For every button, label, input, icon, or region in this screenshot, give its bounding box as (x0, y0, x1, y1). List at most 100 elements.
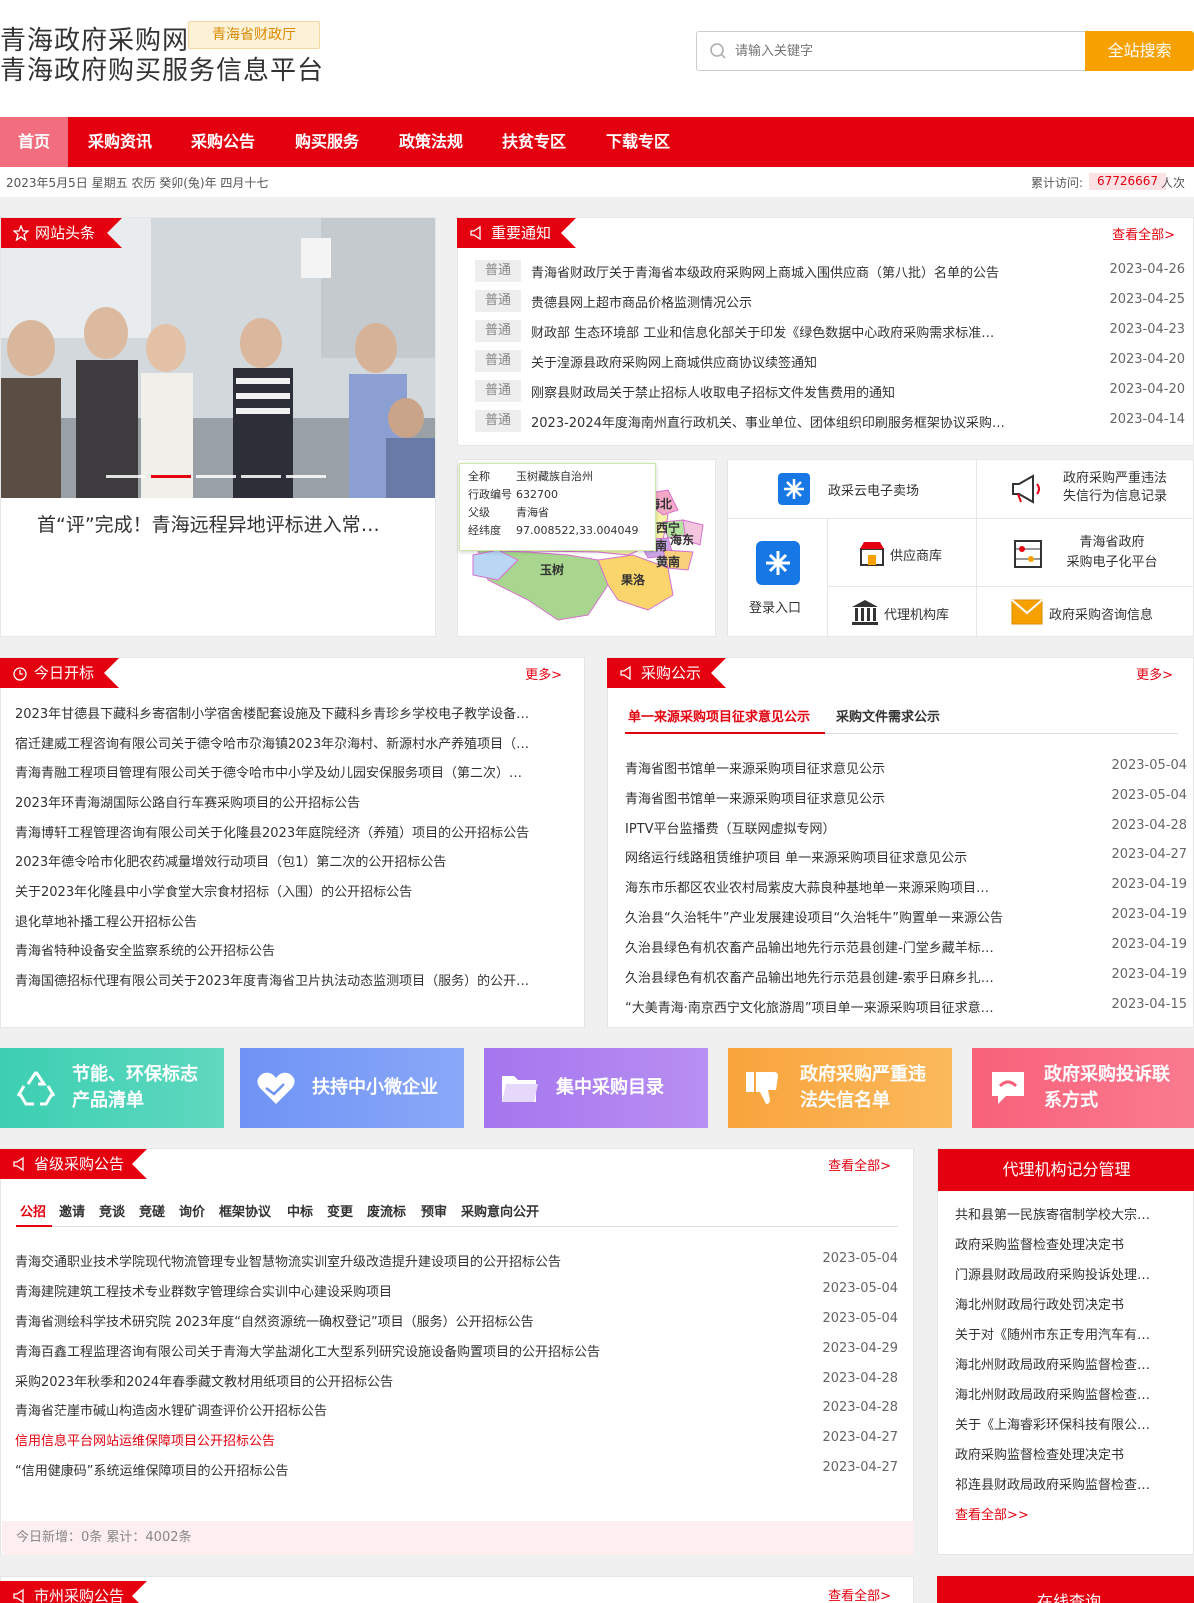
notice-row[interactable]: 普通 青海省财政厅关于青海省本级政府采购网上商城入围供应商（第八批）名单的公告 20… (475, 260, 1185, 284)
tab-failed[interactable]: 废流标 (367, 1201, 406, 1220)
consult-label[interactable]: 政府采购咨询信息 (1049, 604, 1153, 623)
headline-photo[interactable] (1, 218, 435, 498)
carousel-dot-active[interactable] (151, 475, 191, 478)
site-subtitle[interactable]: 青海政府购买服务信息平台 (0, 50, 324, 87)
notice-title[interactable]: 刚察县财政局关于禁止招标人收取电子招标文件发售费用的通知 (531, 382, 1036, 401)
supplier-label[interactable]: 供应商库 (890, 545, 942, 564)
row-title[interactable]: 青海百鑫工程监理咨询有限公司关于青海大学盐湖化工大型系列研究设施设备购置项目的公… (15, 1341, 775, 1360)
table-row[interactable]: 青海交通职业技术学院现代物流管理专业智慧物流实训室升级改造提升建设项目的公开招标… (15, 1249, 898, 1271)
tab-award[interactable]: 中标 (287, 1201, 313, 1220)
list-item[interactable]: 政府采购监督检查处理决定书 (955, 1444, 1180, 1463)
table-row[interactable]: 久治县绿色有机农畜产品输出地先行示范县创建-索乎日麻乡扎… 2023-04-19 (625, 965, 1187, 987)
row-title[interactable]: 久治县绿色有机农畜产品输出地先行示范县创建-门堂乡藏羊标… (625, 937, 1025, 956)
list-item[interactable]: 政府采购监督检查处理决定书 (955, 1234, 1180, 1253)
table-row[interactable]: 青海省图书馆单一来源采购项目征求意见公示 2023-05-04 (625, 786, 1187, 808)
quick-cloud-market[interactable]: 政采云电子卖场 (728, 460, 977, 519)
row-title[interactable]: 海东市乐都区农业农村局紫皮大蒜良种基地单一来源采购项目… (625, 877, 1025, 896)
nav-poverty[interactable]: 扶贫专区 (494, 117, 574, 167)
blacklist-label-line2[interactable]: 失信行为信息记录 (1063, 489, 1167, 504)
row-title[interactable]: 久治县绿色有机农畜产品输出地先行示范县创建-索乎日麻乡扎… (625, 967, 1025, 986)
carousel-dot[interactable] (286, 475, 326, 478)
banner-blacklist[interactable]: 政府采购严重违 法失信名单 (728, 1048, 952, 1128)
nav-announcements[interactable]: 采购公告 (183, 117, 263, 167)
table-row[interactable]: 采购2023年秋季和2024年春季藏文教材用纸项目的公开招标公告 2023-04-… (15, 1369, 898, 1391)
notice-title[interactable]: 财政部 生态环境部 工业和信息化部关于印发《绿色数据中心政府采购需求标准… (531, 322, 1036, 341)
quick-supplier[interactable]: 供应商库 (828, 519, 977, 587)
notice-title[interactable]: 2023-2024年度海南州直行政机关、事业单位、团体组织印刷服务框架协议采购… (531, 412, 1036, 431)
nav-news[interactable]: 采购资讯 (80, 117, 160, 167)
nav-policy[interactable]: 政策法规 (391, 117, 471, 167)
banner-green-products[interactable]: 节能、环保标志 产品清单 (0, 1048, 224, 1128)
list-item[interactable]: 青海博轩工程管理咨询有限公司关于化隆县2023年庭院经济（养殖）项目的公开招标公… (15, 822, 565, 841)
carousel-dot[interactable] (196, 475, 236, 478)
list-item[interactable]: 青海国德招标代理有限公司关于2023年度青海省卫片执法动态监测项目（服务）的公开… (15, 970, 565, 989)
quick-platform[interactable]: 青海省政府 采购电子化平台 (977, 519, 1194, 587)
tab-requirement[interactable]: 采购文件需求公示 (836, 706, 940, 725)
row-title[interactable]: 青海省图书馆单一来源采购项目征求意见公示 (625, 788, 1025, 807)
table-row[interactable]: IPTV平台监播费（互联网虚拟专网） 2023-04-28 (625, 816, 1187, 838)
table-row[interactable]: 青海省茫崖市碱山构造卤水锂矿调查评价公开招标公告 2023-04-28 (15, 1398, 898, 1420)
row-title[interactable]: 青海省茫崖市碱山构造卤水锂矿调查评价公开招标公告 (15, 1400, 775, 1419)
table-row[interactable]: 海东市乐都区农业农村局紫皮大蒜良种基地单一来源采购项目… 2023-04-19 (625, 875, 1187, 897)
carousel-dot[interactable] (106, 475, 146, 478)
list-item[interactable]: 关于《上海睿彩环保科技有限公… (955, 1414, 1180, 1433)
list-item[interactable]: 关于对《随州市东正专用汽车有… (955, 1324, 1180, 1343)
table-row[interactable]: 青海百鑫工程监理咨询有限公司关于青海大学盐湖化工大型系列研究设施设备购置项目的公… (15, 1339, 898, 1361)
agency-label[interactable]: 代理机构库 (884, 604, 949, 623)
search-button[interactable]: 全站搜索 (1085, 31, 1194, 71)
carousel-dot[interactable] (241, 475, 281, 478)
list-item[interactable]: 祁连县财政局政府采购监督检查… (955, 1474, 1180, 1493)
list-item[interactable]: 2023年甘德县下藏科乡寄宿制小学宿舍楼配套设施及下藏科乡青珍乡学校电子教学设备… (15, 703, 565, 722)
row-title[interactable]: IPTV平台监播费（互联网虚拟专网） (625, 818, 1025, 837)
tab-prequal[interactable]: 预审 (421, 1201, 447, 1220)
blacklist-label-line1[interactable]: 政府采购严重违法 (1063, 471, 1167, 486)
row-title[interactable]: “信用健康码”系统运维保障项目的公开招标公告 (15, 1460, 775, 1479)
platform-label-line2[interactable]: 采购电子化平台 (1066, 555, 1157, 570)
list-item[interactable]: 关于2023年化隆县中小学食堂大宗食材招标（入围）的公开招标公告 (15, 881, 565, 900)
nav-download[interactable]: 下载专区 (598, 117, 678, 167)
list-item[interactable]: 2023年德令哈市化肥农药减量增效行动项目（包1）第二次的公开招标公告 (15, 851, 565, 870)
tab-framework[interactable]: 框架协议 (219, 1201, 271, 1220)
tab-negotiation[interactable]: 竞谈 (99, 1201, 125, 1220)
today-bids-more-link[interactable]: 更多> (525, 664, 562, 683)
tab-open-tender[interactable]: 公招 (20, 1201, 46, 1220)
quick-login[interactable]: 登录入口 (728, 519, 828, 638)
notices-more-link[interactable]: 查看全部> (1112, 224, 1175, 243)
table-row[interactable]: 青海建院建筑工程技术专业群数字管理综合实训中心建设采购项目 2023-05-04 (15, 1279, 898, 1301)
tab-invite[interactable]: 邀请 (59, 1201, 85, 1220)
list-item[interactable]: 门源县财政局政府采购投诉处理… (955, 1264, 1180, 1283)
row-title[interactable]: 网络运行线路租赁维护项目 单一来源采购项目征求意见公示 (625, 847, 1025, 866)
tab-consultation[interactable]: 竞磋 (139, 1201, 165, 1220)
list-item[interactable]: 青海青融工程项目管理有限公司关于德令哈市中小学及幼儿园安保服务项目（第二次）… (15, 762, 565, 781)
notice-row[interactable]: 普通 财政部 生态环境部 工业和信息化部关于印发《绿色数据中心政府采购需求标准… 2… (475, 320, 1185, 344)
table-row[interactable]: 青海省测绘科学技术研究院 2023年度“自然资源统一确权登记”项目（服务）公开招… (15, 1309, 898, 1331)
row-title[interactable]: 青海省图书馆单一来源采购项目征求意见公示 (625, 758, 1025, 777)
list-item[interactable]: 宿迁建威工程咨询有限公司关于德令哈市尕海镇2023年尕海村、新源村水产养殖项目（… (15, 733, 565, 752)
row-title-highlight[interactable]: 信用信息平台网站运维保障项目公开招标公告 (15, 1430, 775, 1449)
city-more-link[interactable]: 查看全部> (828, 1585, 891, 1603)
tab-inquiry[interactable]: 询价 (179, 1201, 205, 1220)
online-query-title[interactable]: 在线查询 (1037, 1588, 1101, 1603)
notice-title[interactable]: 青海省财政厅关于青海省本级政府采购网上商城入围供应商（第八批）名单的公告 (531, 262, 1036, 281)
list-item[interactable]: 青海省特种设备安全监察系统的公开招标公告 (15, 940, 565, 959)
notice-row[interactable]: 普通 2023-2024年度海南州直行政机关、事业单位、团体组织印刷服务框架协议采… (475, 410, 1185, 434)
nav-purchase-services[interactable]: 购买服务 (287, 117, 367, 167)
tab-intent[interactable]: 采购意向公开 (461, 1201, 539, 1220)
tab-single-source[interactable]: 单一来源采购项目征求意见公示 (628, 706, 810, 725)
notice-title[interactable]: 贵德县网上超市商品价格监测情况公示 (531, 292, 1036, 311)
table-row[interactable]: 网络运行线路租赁维护项目 单一来源采购项目征求意见公示 2023-04-27 (625, 845, 1187, 867)
tab-change[interactable]: 变更 (327, 1201, 353, 1220)
list-item[interactable]: 海北州财政局行政处罚决定书 (955, 1294, 1180, 1313)
quick-consult[interactable]: 政府采购咨询信息 (977, 587, 1194, 638)
row-title[interactable]: “大美青海·南京西宁文化旅游周”项目单一来源采购项目征求意… (625, 997, 1025, 1016)
row-title[interactable]: 采购2023年秋季和2024年春季藏文教材用纸项目的公开招标公告 (15, 1371, 775, 1390)
quick-agency[interactable]: 代理机构库 (828, 587, 977, 638)
cloud-market-label[interactable]: 政采云电子卖场 (828, 480, 919, 499)
row-title[interactable]: 久治县“久治牦牛”产业发展建设项目“久治牦牛”购置单一来源公告 (625, 907, 1025, 926)
list-item[interactable]: 2023年环青海湖国际公路自行车赛采购项目的公开招标公告 (15, 792, 565, 811)
row-title[interactable]: 青海交通职业技术学院现代物流管理专业智慧物流实训室升级改造提升建设项目的公开招标… (15, 1251, 775, 1270)
notice-row[interactable]: 普通 刚察县财政局关于禁止招标人收取电子招标文件发售费用的通知 2023-04-20 (475, 380, 1185, 404)
quick-blacklist[interactable]: 政府采购严重违法 失信行为信息记录 (977, 460, 1194, 519)
row-title[interactable]: 青海建院建筑工程技术专业群数字管理综合实训中心建设采购项目 (15, 1281, 775, 1300)
publicity-more-link[interactable]: 更多> (1136, 664, 1173, 683)
